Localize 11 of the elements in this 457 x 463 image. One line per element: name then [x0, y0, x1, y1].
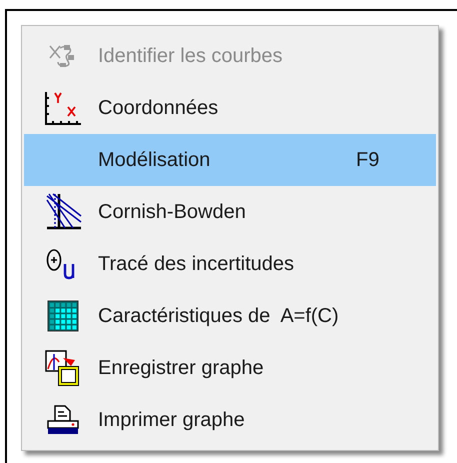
table-icon — [47, 300, 79, 332]
menu-item[interactable]: Enregistrer graphe — [24, 342, 436, 394]
menu-item[interactable]: Cornish-Bowden — [24, 186, 436, 238]
printer-icon — [46, 405, 80, 435]
menu-item[interactable]: Imprimer graphe — [24, 394, 436, 446]
menu-item[interactable]: Coordonnées — [24, 82, 436, 134]
axes-icon — [43, 90, 83, 126]
menu-item[interactable]: Tracé des incertitudes — [24, 238, 436, 290]
menu-item[interactable]: Caractéristiques de A=f(C) — [24, 290, 436, 342]
save-graph-icon — [45, 350, 81, 386]
menu-item[interactable]: Modélisation F9 — [24, 134, 436, 186]
